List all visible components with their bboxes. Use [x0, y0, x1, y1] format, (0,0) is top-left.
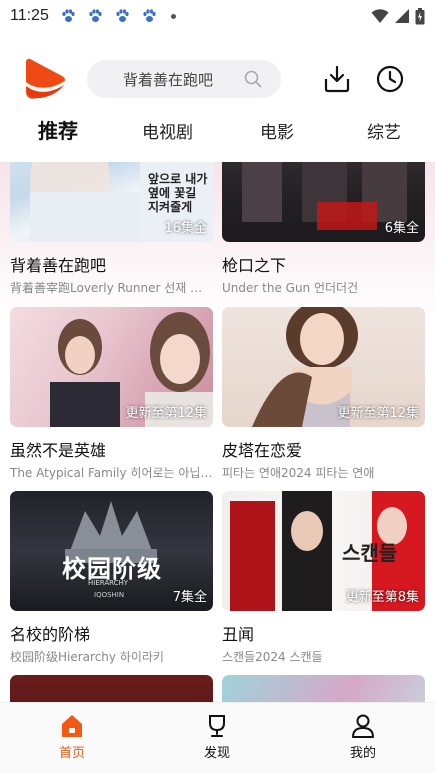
poster-image[interactable]: 更新至第12集	[10, 307, 213, 427]
battery-icon	[415, 7, 425, 24]
poster-caption: HIERARCHY	[88, 579, 129, 587]
drama-card[interactable]: 6集全 枪口之下 Under the Gun 언더더건	[222, 162, 425, 296]
signal-icon	[395, 9, 409, 23]
paw-icon	[62, 9, 75, 22]
tab-variety[interactable]: 综艺	[367, 118, 401, 143]
episode-badge: 16集全	[164, 221, 207, 236]
episode-badge: 更新至第12集	[337, 406, 419, 421]
paw-icon	[116, 9, 129, 22]
card-title: 皮塔在恋爱	[222, 441, 303, 460]
card-subtitle: Under the Gun 언더더건	[222, 281, 359, 295]
trophy-icon	[209, 715, 225, 737]
tab-tv-series[interactable]: 电视剧	[142, 118, 193, 143]
card-subtitle: 피타는 연애2024 피타는 연애	[222, 466, 375, 480]
episode-badge: 更新至第8集	[345, 590, 419, 605]
poster-image[interactable]: 更新至第12集	[222, 307, 425, 427]
card-title: 背着善在跑吧	[10, 256, 107, 275]
card-subtitle: 校园阶级Hierarchy 하이라키	[10, 650, 164, 664]
poster-image[interactable]: 6集全	[222, 162, 425, 242]
drama-card[interactable]: 更新至第12集 皮塔在恋爱 피타는 연애2024 피타는 연애	[222, 307, 425, 481]
card-subtitle: 스캔들2024 스캔들	[222, 650, 323, 664]
drama-card[interactable]: 앞으로 내가 옆에 꽃길 지켜줄게 16集全 背着善在跑吧 背着善宰跑Lover…	[10, 162, 213, 296]
search-bar[interactable]: 背着善在跑吧	[87, 60, 281, 98]
nav-label: 我的	[349, 746, 376, 761]
card-subtitle: 背着善宰跑Loverly Runner 선재 업고 튀어	[10, 281, 213, 295]
paw-icon	[143, 9, 156, 22]
nav-label: 首页	[58, 746, 85, 761]
clock-icon[interactable]	[375, 64, 405, 94]
card-title: 虽然不是英雄	[10, 441, 107, 460]
card-title: 枪口之下	[222, 256, 287, 275]
content-feed: 앞으로 내가 옆에 꽃길 지켜줄게 16集全 背着善在跑吧 背着善宰跑Lover…	[0, 162, 435, 702]
tab-movies[interactable]: 电影	[260, 118, 294, 143]
card-subtitle: The Atypical Family 히어로는 아닙니다만	[10, 466, 213, 480]
app-logo[interactable]	[22, 56, 70, 104]
episode-badge: 7集全	[172, 590, 207, 605]
episode-badge: 6集全	[384, 221, 419, 236]
nav-discover[interactable]: 发现	[182, 713, 252, 761]
download-icon[interactable]	[322, 64, 352, 94]
nav-label: 发现	[203, 746, 230, 761]
poster-caption: 스캔들	[342, 541, 398, 565]
status-bar: 11:25	[0, 0, 435, 32]
drama-card[interactable]: 스캔들 更新至第8集 丑闻 스캔들2024 스캔들	[222, 491, 425, 665]
poster-caption: IQOSHIN	[94, 591, 125, 599]
poster-image[interactable]	[10, 675, 213, 702]
nav-home[interactable]: 首页	[37, 713, 107, 761]
card-title: 丑闻	[222, 625, 255, 644]
poster-image[interactable]: 앞으로 내가 옆에 꽃길 지켜줄게 16集全	[10, 162, 213, 242]
search-icon[interactable]	[243, 69, 263, 89]
poster-caption: 앞으로 내가 옆에 꽃길 지켜줄게	[148, 172, 208, 214]
poster-image[interactable]	[222, 675, 425, 702]
app-header: 背着善在跑吧	[0, 52, 435, 108]
bottom-navigation: 首页 发现 我的	[0, 702, 435, 773]
poster-image[interactable]: 스캔들 更新至第8集	[222, 491, 425, 611]
nav-profile[interactable]: 我的	[328, 713, 398, 761]
drama-card[interactable]: 校园阶级 HIERARCHY IQOSHIN 7集全 名校的阶梯 校园阶级Hie…	[10, 491, 213, 665]
paw-icon	[89, 9, 102, 22]
wifi-icon	[371, 9, 389, 23]
user-icon	[352, 714, 374, 738]
status-time: 11:25	[10, 7, 49, 24]
drama-card[interactable]	[10, 675, 213, 702]
category-tabs: 推荐 电视剧 电影 综艺	[0, 112, 435, 152]
dot-icon	[170, 13, 176, 19]
drama-card[interactable]	[222, 675, 425, 702]
search-input[interactable]: 背着善在跑吧	[123, 69, 243, 90]
drama-card[interactable]: 更新至第12集 虽然不是英雄 The Atypical Family 히어로는 …	[10, 307, 213, 481]
card-title: 名校的阶梯	[10, 625, 91, 644]
home-icon	[62, 715, 82, 737]
episode-badge: 更新至第12集	[125, 406, 207, 421]
tab-recommend[interactable]: 推荐	[38, 115, 78, 144]
poster-image[interactable]: 校园阶级 HIERARCHY IQOSHIN 7集全	[10, 491, 213, 611]
